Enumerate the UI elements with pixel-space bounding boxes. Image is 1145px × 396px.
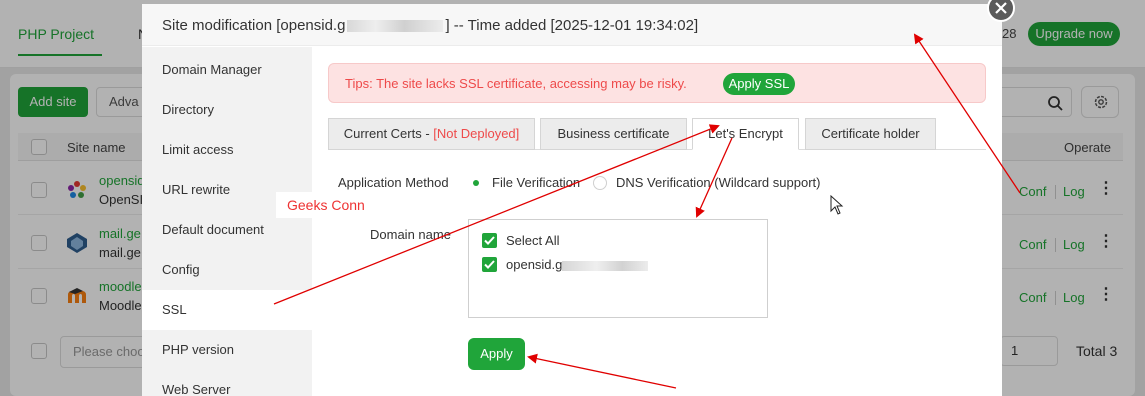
certificate-tabs: Current Certs - [Not Deployed] Business … [328, 118, 986, 150]
application-method-label: Application Method [338, 175, 449, 190]
mouse-cursor-icon [830, 195, 844, 215]
redacted-domain [347, 20, 444, 33]
select-all-checkbox[interactable] [482, 233, 497, 248]
dns-verification-label[interactable]: DNS Verification (Wildcard support) [616, 175, 820, 190]
sidebar-item-directory[interactable]: Directory [142, 90, 312, 130]
sidebar-item-ssl[interactable]: SSL [142, 290, 312, 330]
tab-certificate-holder[interactable]: Certificate holder [805, 118, 936, 150]
sidebar-item-domain-manager[interactable]: Domain Manager [142, 50, 312, 90]
tab-lets-encrypt[interactable]: Let's Encrypt [692, 118, 799, 150]
tab-current-certs-label: Current Certs - [343, 126, 434, 141]
close-icon [995, 2, 1007, 14]
apply-button[interactable]: Apply [468, 338, 525, 370]
dns-verification-radio[interactable] [593, 176, 607, 190]
domain-entry-text: opensid.g [506, 257, 563, 272]
ssl-warning-banner: Tips: The site lacks SSL certificate, ac… [328, 63, 986, 103]
domain-name-label: Domain name [370, 227, 451, 242]
tab-current-certs[interactable]: Current Certs - [Not Deployed] [328, 118, 535, 150]
domain-checkbox[interactable] [482, 257, 497, 272]
file-verification-label[interactable]: File Verification [492, 175, 580, 190]
dialog-title: Site modification [opensid.g ] -- Time ad… [162, 17, 698, 34]
tab-business-certificate[interactable]: Business certificate [540, 118, 687, 150]
file-verification-radio[interactable] [469, 176, 483, 190]
sidebar-item-web-server[interactable]: Web Server [142, 370, 312, 396]
annotation-label: Geeks Conn [276, 192, 372, 218]
redacted-domain [562, 260, 649, 271]
select-all-label[interactable]: Select All [506, 233, 559, 248]
site-modification-dialog: Site modification [opensid.g ] -- Time ad… [142, 4, 1002, 396]
sidebar-item-config[interactable]: Config [142, 250, 312, 290]
title-prefix: Site modification [opensid.g [162, 17, 346, 34]
radio-selected-dot [473, 180, 479, 186]
ssl-panel: Tips: The site lacks SSL certificate, ac… [312, 47, 1002, 396]
settings-sidebar: Domain Manager Directory Limit access UR… [142, 47, 312, 396]
apply-ssl-button[interactable]: Apply SSL [723, 73, 795, 95]
domain-list: Select All opensid.g [468, 219, 768, 318]
dialog-header: Site modification [opensid.g ] -- Time ad… [142, 4, 1002, 46]
domain-entry[interactable]: opensid.g [506, 257, 649, 272]
sidebar-item-php-version[interactable]: PHP version [142, 330, 312, 370]
title-suffix: ] -- Time added [2025-12-01 19:34:02] [445, 17, 699, 34]
warning-text: Tips: The site lacks SSL certificate, ac… [345, 76, 687, 91]
not-deployed-status: [Not Deployed] [433, 126, 520, 141]
sidebar-item-limit-access[interactable]: Limit access [142, 130, 312, 170]
